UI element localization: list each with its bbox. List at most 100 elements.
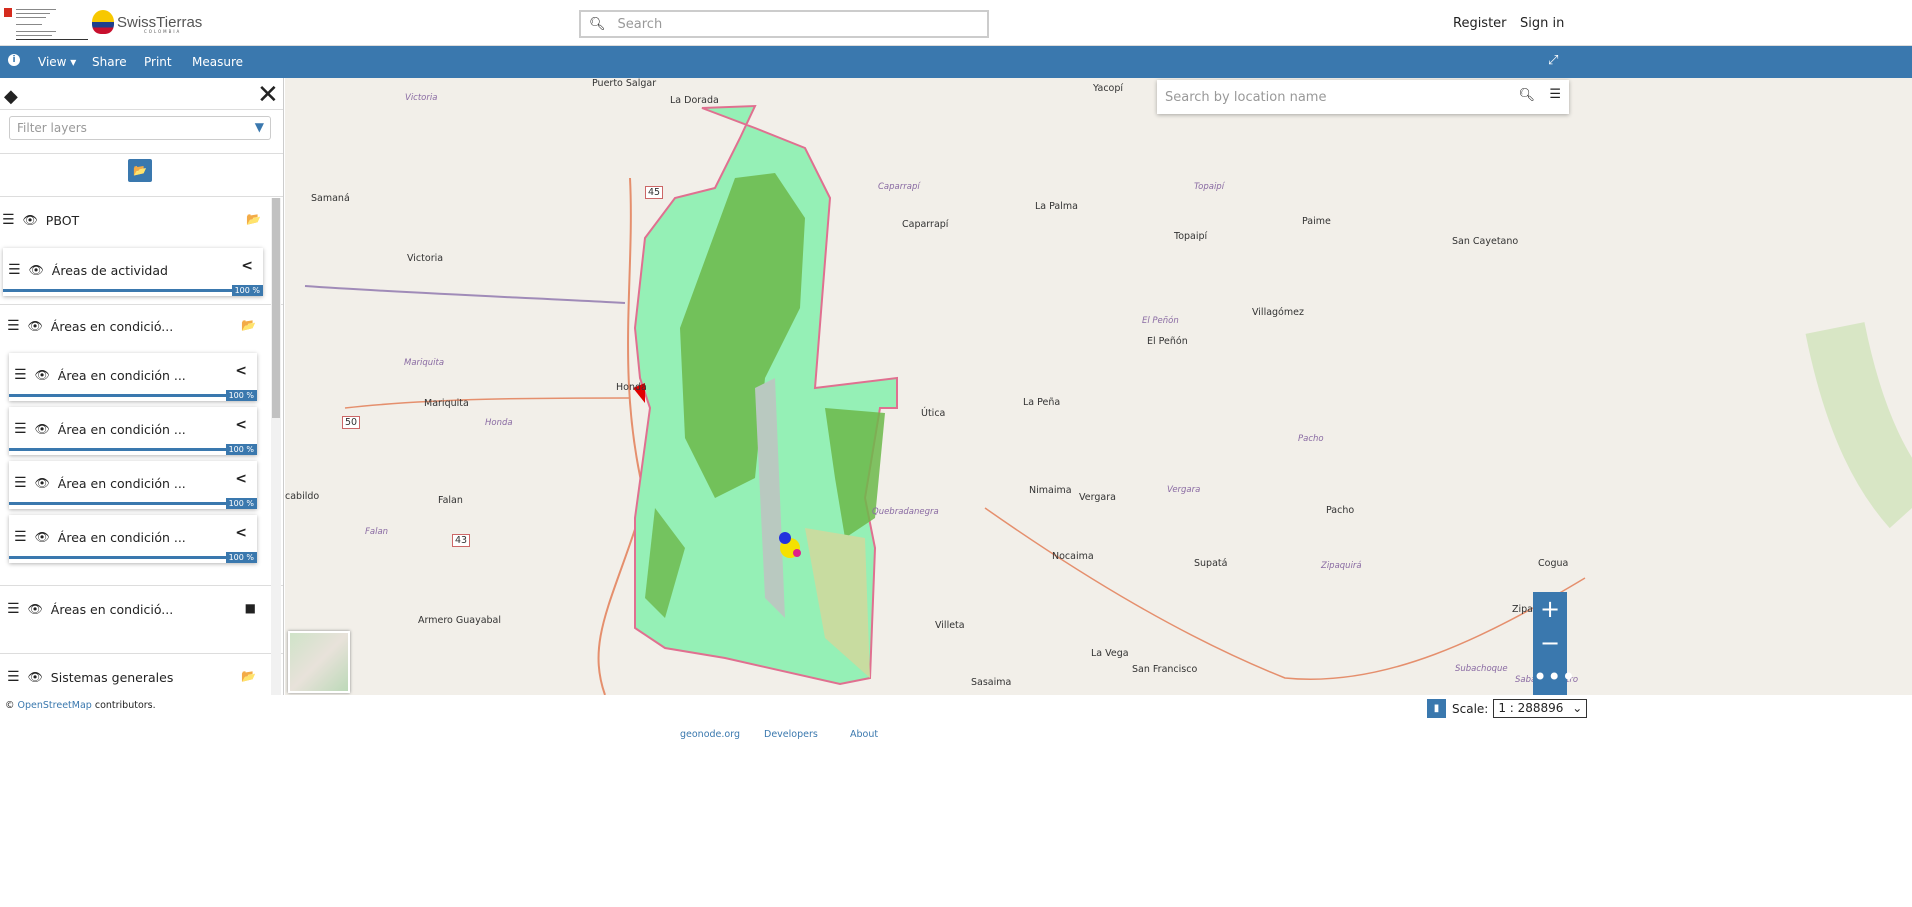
overview-minimap[interactable]: [288, 631, 350, 693]
layer-item[interactable]: ☰ 👁 Área en condición ... < 100 %: [9, 407, 257, 455]
map-label: Honda: [485, 418, 513, 428]
map-label: Caparrapí: [902, 219, 949, 230]
map-label: Puerto Salgar: [592, 78, 657, 89]
swisstierras-logo[interactable]: SwissTierras COLOMBIA: [92, 10, 202, 34]
opacity-slider[interactable]: [9, 394, 257, 397]
eye-icon[interactable]: 👁: [35, 530, 50, 544]
layer-item[interactable]: ☰ 👁 Áreas de actividad < 100 %: [3, 248, 263, 296]
filter-icon: ▼: [254, 120, 264, 134]
search-icon[interactable]: 🔍︎: [1518, 88, 1535, 103]
map-label: Nocaima: [1052, 551, 1094, 562]
folder-open-icon[interactable]: 📂: [241, 318, 256, 332]
map-label: Topaipí: [1174, 231, 1208, 242]
eye-icon[interactable]: 👁: [29, 263, 44, 277]
map-layer-svg: [304, 104, 1912, 695]
chevron-left-icon[interactable]: <: [235, 471, 247, 487]
add-group-button[interactable]: 📂: [128, 159, 152, 182]
chevron-left-icon[interactable]: <: [235, 525, 247, 541]
layer-group[interactable]: ☰ 👁 Áreas en condició...: [7, 601, 173, 617]
map-label: Paime: [1302, 216, 1331, 227]
filter-layers-input[interactable]: Filter layers ▼: [9, 116, 271, 140]
register-link[interactable]: Register: [1453, 16, 1507, 31]
about-link[interactable]: About: [850, 729, 878, 740]
map-label: Pacho: [1298, 434, 1324, 444]
map-label: San Francisco: [1132, 664, 1198, 675]
map-label: Samaná: [311, 193, 350, 204]
fullscreen-icon[interactable]: ⤢: [1548, 53, 1558, 68]
map-label: San Cayetano: [1452, 236, 1519, 247]
road-shield: 50: [342, 416, 361, 429]
eye-icon[interactable]: 👁: [23, 213, 38, 227]
chevron-left-icon[interactable]: <: [241, 258, 253, 274]
opacity-slider[interactable]: [9, 556, 257, 559]
sidebar-scrollbar[interactable]: [271, 198, 281, 695]
map-label: Yacopí: [1093, 83, 1124, 94]
map-label: Mariquita: [424, 398, 469, 409]
view-menu[interactable]: View ▾: [38, 55, 76, 69]
share-button[interactable]: Share: [92, 55, 127, 69]
eye-icon[interactable]: 👁: [35, 422, 50, 436]
layer-item[interactable]: ☰ 👁 Área en condición ... < 100 %: [9, 515, 257, 563]
map-label: Vergara: [1079, 492, 1116, 503]
map-label: Falan: [365, 527, 389, 537]
measure-button[interactable]: Measure: [192, 55, 243, 69]
sign-in-link[interactable]: Sign in: [1520, 16, 1564, 31]
zoom-in-button[interactable]: +: [1533, 592, 1567, 626]
print-button[interactable]: Print: [144, 55, 172, 69]
info-icon[interactable]: i: [8, 54, 20, 66]
layer-label: PBOT: [45, 212, 80, 228]
map-label: Falan: [438, 495, 463, 506]
layer-group-pbot[interactable]: ☰ 👁 PBOT: [2, 212, 79, 228]
map-label: Zipaquirá: [1321, 561, 1362, 571]
zoom-out-button[interactable]: −: [1533, 626, 1567, 660]
scale-select[interactable]: 1 : 288896 ⌄: [1493, 699, 1588, 718]
folder-open-icon[interactable]: 📂: [241, 669, 256, 683]
map-label: La Palma: [1035, 201, 1078, 212]
close-panel-icon[interactable]: ✕: [257, 80, 279, 110]
chevron-left-icon[interactable]: <: [235, 417, 247, 433]
layer-group[interactable]: ☰ 👁 Áreas en condició...: [7, 318, 173, 334]
openstreetmap-link[interactable]: OpenStreetMap: [18, 700, 92, 711]
opacity-slider[interactable]: [3, 289, 263, 292]
map-canvas[interactable]: Puerto Salgar La Dorada Yacopí Victoria …: [285, 78, 1912, 695]
layer-item[interactable]: ☰ 👁 Área en condición ... < 100 %: [9, 353, 257, 401]
eye-icon[interactable]: 👁: [28, 602, 43, 616]
eye-icon[interactable]: 👁: [28, 670, 43, 684]
folder-closed-icon[interactable]: ■: [245, 601, 256, 615]
global-search-input[interactable]: 🔍︎ Search: [579, 10, 989, 38]
map-label: Topaipí: [1194, 182, 1225, 192]
eye-icon[interactable]: 👁: [35, 368, 50, 382]
map-label: Sasaima: [971, 677, 1012, 688]
mouse-position-icon[interactable]: ▮: [1427, 699, 1446, 718]
geonode-link[interactable]: geonode.org: [680, 729, 740, 740]
map-label: Pacho: [1326, 505, 1355, 516]
developers-link[interactable]: Developers: [764, 729, 818, 740]
map-label: Villeta: [935, 620, 965, 631]
eye-icon[interactable]: 👁: [28, 319, 43, 333]
layer-group[interactable]: ☰ 👁 Sistemas generales: [7, 669, 173, 685]
folder-open-icon[interactable]: 📂: [246, 212, 261, 226]
map-label: Victoria: [405, 93, 438, 103]
menu-icon[interactable]: ☰: [1549, 87, 1561, 102]
chevron-left-icon[interactable]: <: [235, 363, 247, 379]
location-search-input[interactable]: Search by location name 🔍︎ ☰: [1157, 80, 1569, 114]
eye-icon[interactable]: 👁: [35, 476, 50, 490]
opacity-slider[interactable]: [9, 502, 257, 505]
road-shield: 45: [645, 186, 664, 199]
scale-control: ▮ Scale: 1 : 288896 ⌄: [1427, 699, 1588, 718]
layers-icon: ◆: [4, 86, 18, 107]
map-label: La Peña: [1023, 397, 1061, 408]
search-icon: 🔍︎: [589, 16, 606, 32]
map-label: Cogua: [1538, 558, 1569, 569]
more-options-button[interactable]: •••: [1533, 660, 1575, 694]
opacity-value: 100 %: [231, 285, 263, 296]
map-label: Mariquita: [404, 358, 445, 368]
map-label: Victoria: [407, 253, 444, 264]
map-label: Honda: [616, 382, 647, 393]
opacity-slider[interactable]: [9, 448, 257, 451]
map-label: cabildo: [285, 491, 320, 502]
map-label: Armero Guayabal: [418, 615, 502, 626]
drag-handle-icon[interactable]: ☰: [2, 212, 15, 228]
map-label: El Peñón: [1147, 336, 1188, 347]
layer-item[interactable]: ☰ 👁 Área en condición ... < 100 %: [9, 461, 257, 509]
